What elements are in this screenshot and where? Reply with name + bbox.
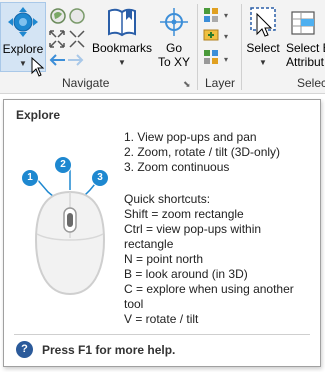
- help-icon: ?: [16, 341, 33, 358]
- goto-xy-label-line2: To XY: [157, 55, 190, 69]
- fixed-zoom-icon[interactable]: [48, 29, 86, 49]
- goto-xy-label-line1: Go: [165, 41, 182, 55]
- badge-2: 2: [54, 156, 72, 174]
- tooltip-help-text: Press F1 for more help.: [42, 343, 176, 357]
- layer-icon[interactable]: ▾ ▾ ▾: [202, 6, 236, 70]
- fixed-zoom-in-icon[interactable]: [68, 7, 86, 25]
- layer-group-label: Layer: [205, 76, 236, 90]
- select-button[interactable]: Select ▼: [243, 2, 283, 72]
- goto-xy-button[interactable]: Go To XY: [155, 2, 193, 72]
- next-extent-icon[interactable]: [67, 53, 85, 67]
- explore-label: Explore: [2, 42, 44, 56]
- bookmarks-button[interactable]: Bookmarks ▼: [90, 2, 154, 72]
- select-by-attributes-button[interactable]: Select B Attribut: [284, 2, 325, 72]
- goto-xy-icon: [160, 8, 188, 36]
- tooltip-title: Explore: [16, 108, 61, 122]
- tooltip-shortcuts: Quick shortcuts: Shift = zoom rectangle …: [124, 192, 294, 326]
- cursor-icon: [31, 57, 45, 77]
- group-separator: [241, 4, 242, 90]
- group-separator: [197, 4, 198, 90]
- select-icon: [250, 7, 276, 37]
- badge-1: 1: [21, 169, 39, 187]
- select-by-attributes-label-line2: Attribut: [286, 55, 325, 69]
- previous-extent-icon[interactable]: [48, 53, 66, 67]
- tooltip-divider: [14, 334, 310, 335]
- svg-text:▾: ▾: [224, 11, 228, 20]
- bookmarks-dropdown-icon[interactable]: ▼: [90, 55, 154, 70]
- svg-text:▾: ▾: [224, 55, 228, 64]
- bookmarks-label: Bookmarks: [91, 41, 153, 55]
- bookmarks-icon: [108, 8, 136, 37]
- svg-text:▾: ▾: [224, 32, 228, 41]
- select-by-attributes-label-line1: Select B: [286, 41, 325, 55]
- selection-group-label: Selec: [297, 76, 325, 90]
- navigate-group-label: Navigate: [62, 76, 110, 90]
- select-dropdown-icon[interactable]: ▼: [243, 55, 283, 70]
- dialog-launcher-icon[interactable]: ⬊: [183, 79, 191, 90]
- explore-tooltip: Explore 1 2 3 1. View pop-ups and pan 2.…: [3, 99, 321, 367]
- full-extent-icon[interactable]: [49, 7, 67, 25]
- ribbon: Explore ▼ Bookmarks ▼ Go To XY Navigate …: [0, 0, 325, 94]
- explore-icon: [8, 7, 38, 37]
- badge-3: 3: [91, 169, 109, 187]
- select-by-attributes-icon: [291, 11, 315, 35]
- tooltip-actions: 1. View pop-ups and pan 2. Zoom, rotate …: [124, 130, 281, 174]
- select-label: Select: [246, 41, 280, 55]
